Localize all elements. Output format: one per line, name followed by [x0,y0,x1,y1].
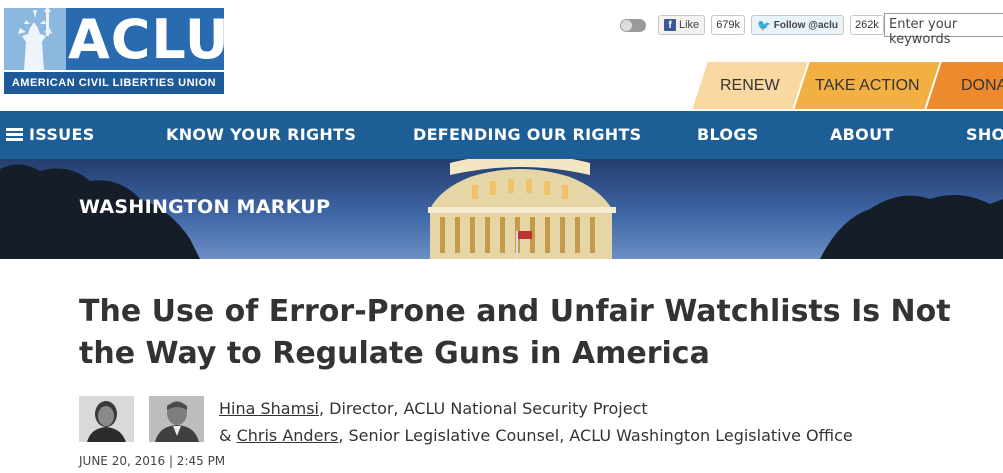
donate-button[interactable]: DONATE [926,62,1003,109]
statue-of-liberty-icon [4,8,66,70]
twitter-bird-icon: 🐦 [757,19,771,32]
like-count: 679k [711,15,746,35]
author-line-2: & Chris Anders, Senior Legislative Couns… [219,422,853,449]
logo-wordmark: ACLU [68,8,230,71]
take-action-button[interactable]: TAKE ACTION [794,62,940,109]
author-photo-hina-shamsi [79,396,134,442]
nav-about[interactable]: ABOUT [830,111,894,159]
take-action-label: TAKE ACTION [814,77,920,94]
author-role-1: , Director, ACLU National Security Proje… [318,399,648,418]
main-nav: ISSUES KNOW YOUR RIGHTS DEFENDING OUR RI… [0,111,1003,159]
nav-issues-label: ISSUES [29,125,95,144]
author-line-1: Hina Shamsi, Director, ACLU National Sec… [219,395,853,422]
logo-top-block: ACLU [4,8,229,71]
social-bar: f Like 679k 🐦 Follow @aclu 262k [620,14,884,36]
nav-issues[interactable]: ISSUES [6,111,95,159]
author-link-chris-anders[interactable]: Chris Anders [237,426,339,445]
follow-count: 262k [849,15,884,35]
nav-know-your-rights[interactable]: KNOW YOUR RIGHTS [166,111,356,159]
twitter-follow-button[interactable]: 🐦 Follow @aclu [751,15,844,35]
like-label: Like [679,19,700,31]
aclu-logo[interactable]: ACLU AMERICAN CIVIL LIBERTIES UNION [4,8,229,94]
section-title: WASHINGTON MARKUP [79,196,331,218]
author-link-hina-shamsi[interactable]: Hina Shamsi [219,399,319,418]
nav-shop[interactable]: SHOP [966,111,1003,159]
nav-defending-our-rights[interactable]: DEFENDING OUR RIGHTS [413,111,642,159]
logo-subtitle: AMERICAN CIVIL LIBERTIES UNION [4,72,224,94]
facebook-like-button[interactable]: f Like [658,15,706,35]
facebook-icon: f [664,19,676,31]
donate-label: DONATE [961,77,1003,94]
author-photo-chris-anders [149,396,204,442]
search-input[interactable]: Enter your keywords [884,13,1003,47]
section-banner: WASHINGTON MARKUP [0,159,1003,259]
follow-label: Follow @aclu [773,19,838,31]
renew-label: RENEW [720,77,780,94]
author-ampersand: & [219,426,237,445]
nav-blogs[interactable]: BLOGS [697,111,759,159]
article-headline: The Use of Error-Prone and Unfair Watchl… [79,294,951,371]
hamburger-menu-icon [6,128,23,141]
renew-button[interactable]: RENEW [692,62,808,109]
article-authors: Hina Shamsi, Director, ACLU National Sec… [219,395,853,449]
privacy-toggle[interactable] [620,18,646,32]
author-role-2: , Senior Legislative Counsel, ACLU Washi… [338,426,853,445]
article-date: JUNE 20, 2016 | 2:45 PM [79,454,226,468]
